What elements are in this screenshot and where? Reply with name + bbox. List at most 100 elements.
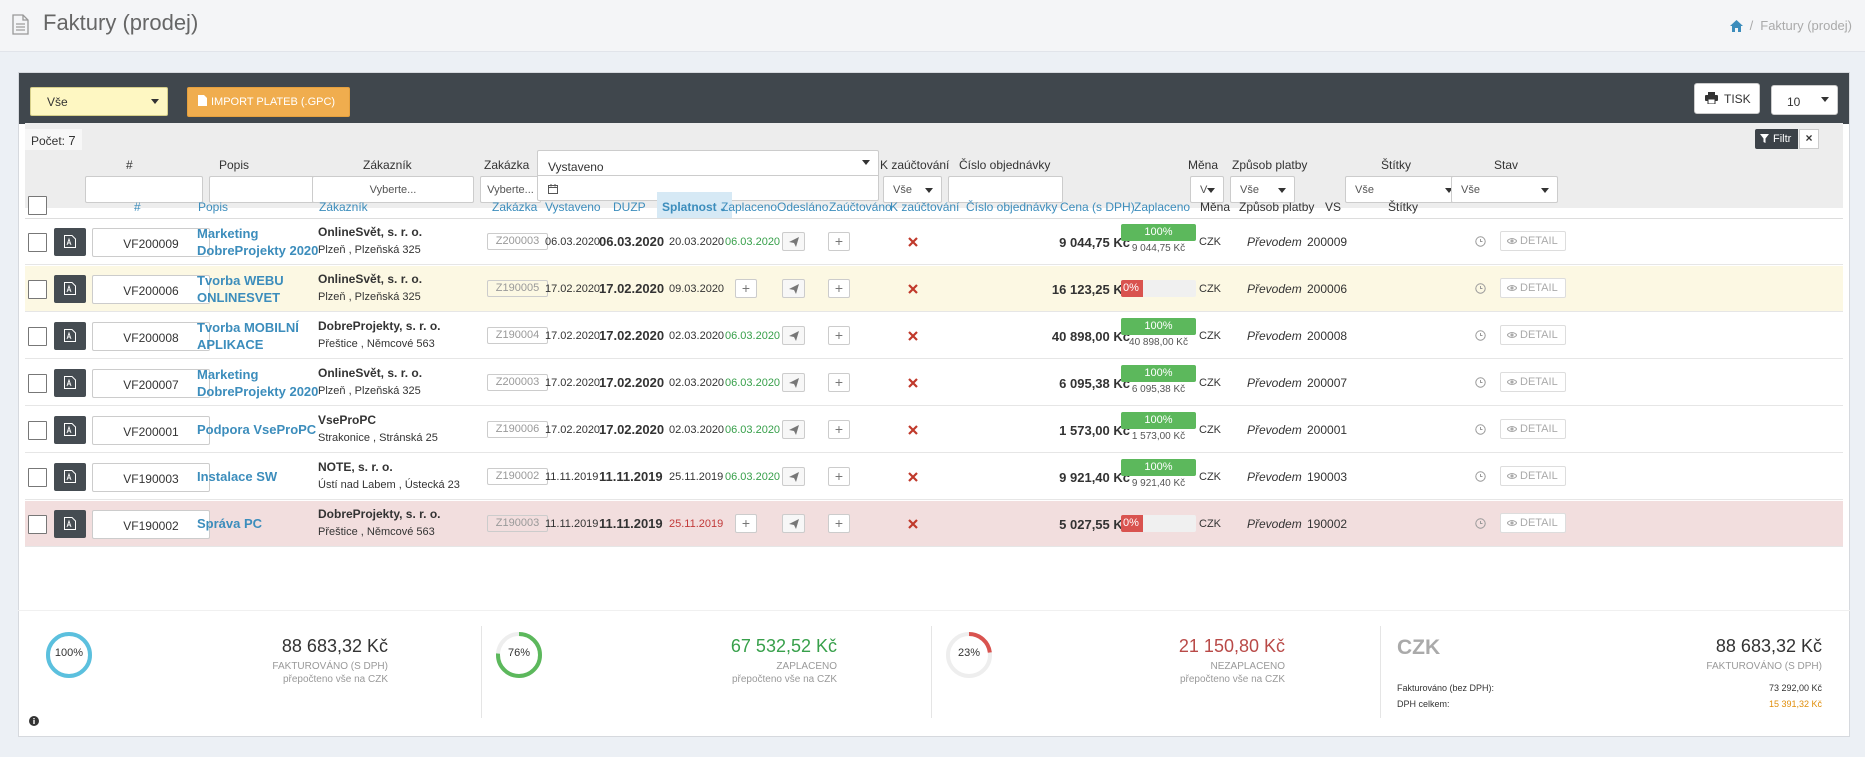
dph-value: 15 391,32 Kč [1768,699,1822,709]
col-zakaznik[interactable]: Zákazník [319,200,368,214]
filter-close-button[interactable]: × [1799,129,1819,149]
payment-progress: 100% 1 573,00 Kč [1121,412,1196,442]
detail-button[interactable]: DETAIL [1500,419,1566,439]
paid-amount: 9 044,75 Kč [1131,243,1186,254]
paid-value: 67 532,52 Kč [730,636,837,656]
col-num[interactable]: # [134,200,141,214]
funnel-icon [1760,134,1769,143]
filter-label-stitky: Štítky [1381,158,1412,172]
detail-label: DETAIL [1520,517,1558,529]
col-splatnost-label: Splatnost [662,200,717,214]
col-zauctovano[interactable]: Zaúčtováno [829,200,892,214]
detail-button[interactable]: DETAIL [1500,372,1566,392]
col-cena[interactable]: Cena (s DPH) [1060,200,1135,214]
total-caption: FAKTUROVÁNO (S DPH) přepočteno vše na CZ… [272,660,388,686]
currency-total-value: 88 683,32 Kč [1715,636,1822,656]
paid-caption-2: přepočteno vše na CZK [731,674,837,685]
clock-icon [1475,236,1486,247]
filter-button[interactable]: Filtr [1755,129,1798,149]
table-row[interactable]: VF190003 Instalace SW NOTE, s. r. o. Ústí n… [25,454,1843,500]
filter-label-zakaznik: Zákazník [363,158,412,172]
total-caption-1: FAKTUROVÁNO (S DPH) [272,661,388,672]
invoices-content: Počet: 7 Filtr × # Popis Zákazník Zakázk… [18,72,1850,737]
table-row[interactable]: VF200001 Podpora VseProPC VseProPC Strakoni… [25,407,1843,453]
paid-amount: 9 921,40 Kč [1131,478,1186,489]
eye-icon [1507,520,1517,526]
unpaid-pct-label: 23% [957,647,981,659]
detail-button[interactable]: DETAIL [1500,325,1566,345]
paid-amount: 1 573,00 Kč [1131,431,1186,442]
clock-icon [1475,330,1486,341]
table-row[interactable]: VF200006 Tvorba WEBU ONLINESVET OnlineSvět… [25,266,1843,312]
table-row[interactable]: VF200009 Marketing DobreProjekty 2020 Onli… [25,219,1843,265]
detail-label: DETAIL [1520,470,1558,482]
currency: CZK [1199,236,1221,248]
table-row[interactable]: VF190002 Správa PC DobreProjekty, s. r. o.… [25,501,1843,547]
eye-icon [1507,238,1517,244]
currency: CZK [1199,518,1221,530]
col-duzp[interactable]: DUZP [613,200,646,214]
page-title: Faktury (prodej) [43,10,199,35]
detail-label: DETAIL [1520,235,1558,247]
count-value: 7 [68,133,76,148]
paid-caption-1: ZAPLACENO [776,661,837,672]
payment-progress: 100% 40 898,00 Kč [1121,318,1196,348]
detail-label: DETAIL [1520,329,1558,341]
select-all-checkbox[interactable] [28,196,47,215]
col-zaplaceno-pct[interactable]: Zaplaceno [1134,200,1190,214]
currency: CZK [1199,377,1221,389]
eye-icon [1507,285,1517,291]
payment-bar: 0% [1121,280,1196,297]
payment-method: Převodem [1247,235,1302,249]
divider [538,175,878,176]
currency-code: CZK [1397,636,1441,659]
count-label: Počet: [31,134,66,148]
total-pct-label: 100% [54,647,84,659]
breadcrumb-separator: / [1749,18,1754,33]
table-row[interactable]: VF200008 Tvorba MOBILNÍ APLIKACE DobreProj… [25,313,1843,359]
col-odeslano[interactable]: Odesláno [777,200,828,214]
unpaid-caption: NEZAPLACENO přepočteno vše na CZK [1180,660,1285,686]
col-vystaveno[interactable]: Vystaveno [545,200,601,214]
price: 5 027,55 Kč [1059,517,1130,532]
summary-separator [481,626,482,718]
summary-separator [1380,626,1381,718]
currency: CZK [1199,424,1221,436]
payment-method: Převodem [1247,423,1302,437]
table-header: # Popis Zákazník Zakázka Vystaveno DUZP … [25,192,1843,219]
payment-method: Převodem [1247,517,1302,531]
payment-method: Převodem [1247,470,1302,484]
col-popis[interactable]: Popis [198,200,228,214]
detail-button[interactable]: DETAIL [1500,278,1566,298]
col-zaplaceno[interactable]: Zaplaceno [721,200,777,214]
payment-bar-fill: 0% [1121,515,1143,532]
payment-method: Převodem [1247,282,1302,296]
payment-progress: 100% 6 095,38 Kč [1121,365,1196,395]
variable-symbol: 200006 [1307,282,1348,296]
col-mena: Měna [1200,200,1231,214]
col-zakazka[interactable]: Zakázka [492,200,537,214]
col-cislo-obj[interactable]: Číslo objednávky [966,200,1057,214]
variable-symbol: 200001 [1307,423,1348,437]
clock-icon [1475,283,1486,294]
payment-bar: 100% [1121,412,1196,429]
clock-icon [1475,424,1486,435]
document-icon [12,14,29,35]
total-value: 88 683,32 Kč [281,636,388,656]
summary-divider [18,610,1850,611]
variable-symbol: 190002 [1307,517,1348,531]
payment-bar: 100% [1121,318,1196,335]
filter-label-zakazka: Zakázka [484,158,530,172]
info-icon[interactable] [29,716,39,726]
payment-bar-fill: 100% [1121,459,1196,476]
detail-button[interactable]: DETAIL [1500,513,1566,533]
table-row[interactable]: VF200007 Marketing DobreProjekty 2020 Onli… [25,360,1843,406]
col-stitky: Štítky [1388,200,1419,214]
payment-progress: 0% [1121,280,1196,297]
payment-bar: 100% [1121,365,1196,382]
detail-label: DETAIL [1520,282,1558,294]
detail-button[interactable]: DETAIL [1500,466,1566,486]
detail-button[interactable]: DETAIL [1500,231,1566,251]
col-k-zauctovani[interactable]: K zaúčtování [890,200,959,214]
home-icon[interactable] [1729,19,1743,32]
